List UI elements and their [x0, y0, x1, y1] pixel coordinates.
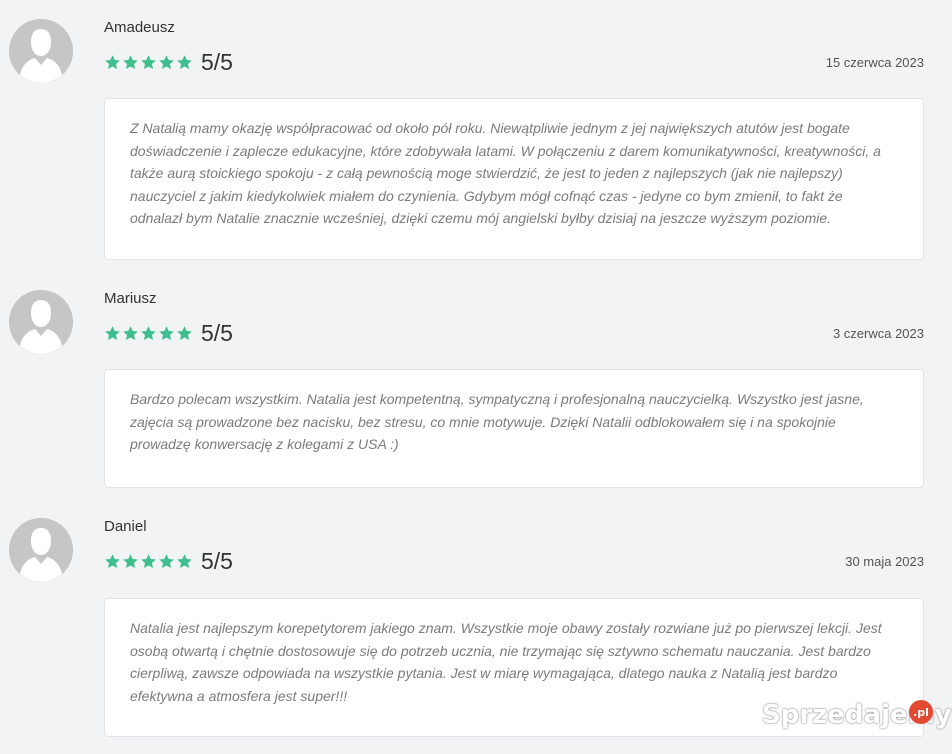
rating-score: 5/5	[201, 49, 233, 75]
star-icon	[141, 325, 156, 340]
star-icon	[159, 553, 174, 568]
review-text: Bardzo polecam wszystkim. Natalia jest k…	[130, 391, 864, 452]
rating-score: 5/5	[201, 548, 233, 574]
watermark-badge: .pl	[909, 700, 933, 724]
rating: 5/5	[104, 49, 233, 75]
review-date: 15 czerwca 2023	[825, 55, 924, 70]
star-rating	[104, 325, 193, 342]
rating-score: 5/5	[201, 320, 233, 346]
reviewer-name: Mariusz	[104, 290, 157, 307]
reviewer-name: Amadeusz	[104, 19, 175, 36]
rating: 5/5	[104, 320, 233, 346]
star-icon	[123, 54, 138, 69]
star-icon	[177, 553, 192, 568]
star-icon	[105, 325, 120, 340]
star-icon	[159, 325, 174, 340]
review-date: 3 czerwca 2023	[832, 326, 924, 341]
star-icon	[105, 553, 120, 568]
star-rating	[104, 54, 193, 71]
star-icon	[123, 553, 138, 568]
reviewer-name: Daniel	[104, 518, 147, 535]
review-text-box: Bardzo polecam wszystkim. Natalia jest k…	[104, 369, 924, 488]
star-icon	[123, 325, 138, 340]
avatar-icon	[9, 518, 73, 582]
star-icon	[177, 325, 192, 340]
avatar-icon	[9, 19, 73, 83]
review-text: Z Natalią mamy okazję współpracować od o…	[130, 120, 881, 226]
star-icon	[159, 54, 174, 69]
star-rating	[104, 553, 193, 570]
avatar-icon	[9, 290, 73, 354]
review-date: 30 maja 2023	[845, 554, 924, 569]
star-icon	[105, 54, 120, 69]
review-text-box: Z Natalią mamy okazję współpracować od o…	[104, 98, 924, 260]
star-icon	[141, 553, 156, 568]
review-text: Natalia jest najlepszym korepetytorem ja…	[130, 620, 882, 704]
star-icon	[177, 54, 192, 69]
rating: 5/5	[104, 548, 233, 574]
star-icon	[141, 54, 156, 69]
